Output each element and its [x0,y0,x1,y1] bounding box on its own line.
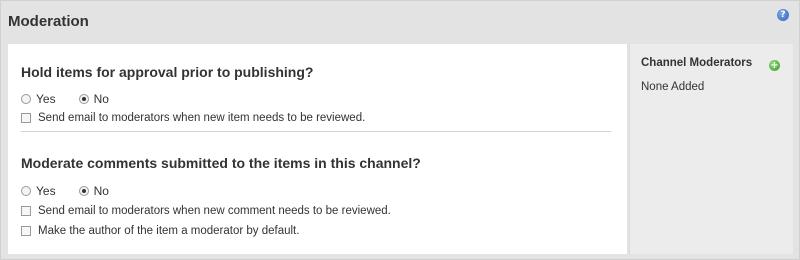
item-review-email-option[interactable]: Send email to moderators when new item n… [21,112,365,124]
author-moderator-label: Make the author of the item a moderator … [38,225,300,237]
panel-header: Moderation ? [1,1,799,43]
comments-heading: Moderate comments submitted to the items… [21,155,421,171]
approval-yes-label: Yes [36,92,56,106]
comment-review-email-checkbox[interactable] [21,206,31,216]
comments-radio-group: Yes No [21,184,132,198]
approval-no-label: No [93,92,109,106]
help-icon[interactable]: ? [777,9,789,21]
channel-moderators-title: Channel Moderators [641,57,753,69]
comment-review-email-label: Send email to moderators when new commen… [38,205,391,217]
approval-heading: Hold items for approval prior to publish… [21,64,314,80]
comment-review-email-option[interactable]: Send email to moderators when new commen… [21,205,391,217]
comments-no-option[interactable]: No [78,184,109,198]
panel-title: Moderation [8,13,89,30]
author-moderator-option[interactable]: Make the author of the item a moderator … [21,225,299,237]
item-review-email-label: Send email to moderators when new item n… [38,112,366,124]
moderation-panel: Moderation ? Hold items for approval pri… [0,0,800,260]
channel-moderators-sidebar: Channel Moderators + None Added [629,44,793,254]
add-icon[interactable]: + [769,60,780,71]
comments-no-radio[interactable] [78,186,89,196]
comments-yes-option[interactable]: Yes [21,184,56,198]
approval-yes-radio[interactable] [21,94,31,104]
moderators-empty-text: None Added [641,81,705,93]
approval-yes-option[interactable]: Yes [21,92,56,106]
moderation-settings: Hold items for approval prior to publish… [8,44,627,254]
comments-yes-label: Yes [36,184,56,198]
approval-radio-group: Yes No [21,92,132,106]
section-divider [21,131,611,132]
approval-no-radio[interactable] [78,94,89,104]
comments-yes-radio[interactable] [21,186,31,196]
comments-no-label: No [93,184,109,198]
item-review-email-checkbox[interactable] [21,113,31,123]
approval-no-option[interactable]: No [78,92,109,106]
author-moderator-checkbox[interactable] [21,226,31,236]
